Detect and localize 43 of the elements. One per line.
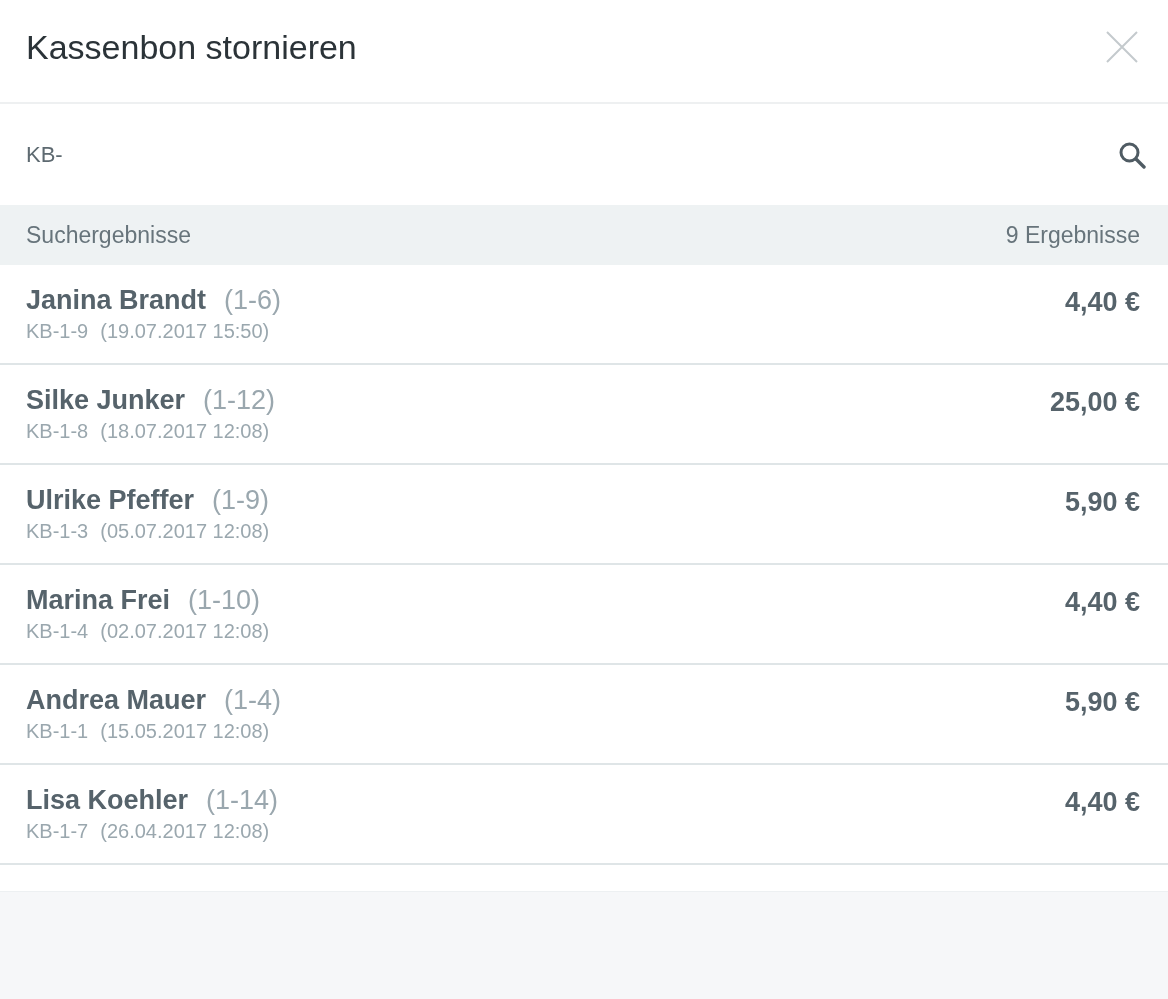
receipt-date: (19.07.2017 15:50) <box>100 320 270 343</box>
receipt-number: KB-1-8 <box>26 420 89 443</box>
search-field[interactable]: KB- <box>26 141 1118 168</box>
customer-name: Ulrike Pfeffer <box>26 485 195 516</box>
receipt-amount: 4,40 € <box>1064 286 1140 318</box>
customer-name: Janina Brandt <box>26 285 207 316</box>
search-button[interactable] <box>1118 140 1146 169</box>
receipt-number: KB-1-1 <box>26 720 89 743</box>
receipt-number: KB-1-3 <box>26 520 89 543</box>
receipt-amount: 25,00 € <box>1049 386 1140 418</box>
receipt-number: KB-1-7 <box>26 820 89 843</box>
dialog-title: Kassenbon stornieren <box>26 27 357 67</box>
receipt-date: (02.07.2017 12:08) <box>100 620 270 643</box>
receipt-amount: 5,90 € <box>1064 686 1140 718</box>
receipt-amount: 4,40 € <box>1064 586 1140 618</box>
customer-name: Andrea Mauer <box>26 685 207 716</box>
customer-code: (1-9) <box>212 485 270 516</box>
results-count: 9 Ergebnisse <box>1005 221 1140 249</box>
customer-name: Silke Junker <box>26 385 186 416</box>
customer-code: (1-4) <box>224 685 282 716</box>
receipt-amount: 4,40 € <box>1064 786 1140 818</box>
receipt-amount: 5,90 € <box>1064 486 1140 518</box>
customer-code: (1-6) <box>224 285 282 316</box>
receipt-row[interactable]: Marina Frei (1-10) KB-1-4 (02.07.2017 12:08) 4,40 € <box>0 565 1168 665</box>
search-icon <box>1118 140 1146 169</box>
receipt-number: KB-1-4 <box>26 620 89 643</box>
receipt-row[interactable]: Andrea Mauer (1-4) KB-1-1 (15.05.2017 12:08) 5,90 € <box>0 665 1168 765</box>
customer-code: (1-12) <box>203 385 276 416</box>
customer-code: (1-14) <box>206 785 279 816</box>
customer-code: (1-10) <box>188 585 261 616</box>
close-icon <box>1106 31 1138 63</box>
receipt-date: (26.04.2017 12:08) <box>100 820 270 843</box>
receipt-row[interactable]: Ulrike Pfeffer (1-9) KB-1-3 (05.07.2017 12:08) 5,90 € <box>0 465 1168 565</box>
receipt-date: (05.07.2017 12:08) <box>100 520 270 543</box>
receipt-number: KB-1-9 <box>26 320 89 343</box>
results-label: Suchergebnisse <box>26 221 191 249</box>
receipt-date: (18.07.2017 12:08) <box>100 420 270 443</box>
customer-name: Marina Frei <box>26 585 171 616</box>
receipt-row[interactable]: Lisa Koehler (1-14) KB-1-7 (26.04.2017 12:08) 4,40 € <box>0 765 1168 865</box>
receipt-date: (15.05.2017 12:08) <box>100 720 270 743</box>
customer-name: Lisa Koehler <box>26 785 189 816</box>
receipt-row[interactable]: Silke Junker (1-12) KB-1-8 (18.07.2017 12:08) 25,00 € <box>0 365 1168 465</box>
receipt-row[interactable]: Janina Brandt (1-6) KB-1-9 (19.07.2017 15:50) 4,40 € <box>0 265 1168 365</box>
